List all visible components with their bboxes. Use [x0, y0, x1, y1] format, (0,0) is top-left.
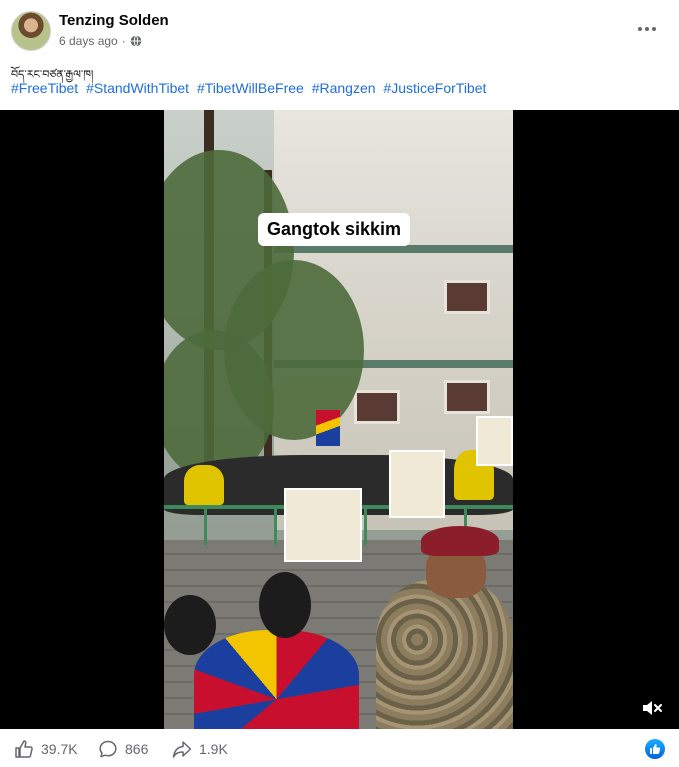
author-name[interactable]: Tenzing Solden: [59, 12, 169, 29]
flag-draped-person: [194, 630, 359, 729]
person-head: [259, 572, 311, 638]
share-count: 1.9K: [199, 741, 228, 757]
protest-poster: [284, 488, 362, 562]
crowd-person: [184, 465, 224, 505]
globe-icon[interactable]: [130, 35, 142, 47]
post-meta: 6 days ago ·: [59, 34, 142, 48]
person-head: [164, 595, 216, 655]
hashtag-link[interactable]: #Rangzen: [312, 80, 376, 96]
railing-post: [364, 505, 367, 545]
building-window: [444, 280, 490, 314]
thumbs-up-icon: [650, 744, 661, 754]
comment-button[interactable]: 866: [98, 739, 148, 759]
red-beret: [421, 526, 499, 556]
building-window: [444, 380, 490, 414]
engagement-bar: 39.7K 866 1.9K: [0, 729, 679, 767]
building-band: [274, 245, 513, 253]
video-frame[interactable]: Gangtok sikkim: [164, 110, 513, 729]
like-icon: [15, 740, 33, 758]
speaker-muted-icon[interactable]: [640, 696, 664, 720]
more-options-icon[interactable]: [635, 17, 659, 41]
hashtag-link[interactable]: #StandWithTibet: [86, 80, 189, 96]
reaction-count: 39.7K: [41, 741, 78, 757]
like-badge-icon[interactable]: [645, 739, 665, 759]
share-icon: [172, 741, 192, 758]
hashtag-link[interactable]: #FreeTibet: [11, 80, 78, 96]
meta-separator: ·: [121, 34, 126, 48]
post-timestamp[interactable]: 6 days ago: [59, 34, 118, 48]
hashtag-list: #FreeTibet #StandWithTibet #TibetWillBeF…: [11, 80, 490, 96]
comment-count: 866: [125, 741, 149, 757]
building-window: [354, 390, 400, 424]
railing-post: [204, 505, 207, 545]
hashtag-link[interactable]: #JusticeForTibet: [383, 80, 486, 96]
post-header: Tenzing Solden 6 days ago ·: [0, 0, 679, 60]
railing-post: [274, 505, 277, 545]
hashtag-link[interactable]: #TibetWillBeFree: [197, 80, 304, 96]
reaction-button[interactable]: 39.7K: [14, 739, 78, 759]
video-player[interactable]: Gangtok sikkim: [0, 110, 679, 729]
protest-poster: [476, 416, 513, 466]
author-avatar[interactable]: [11, 11, 51, 51]
soldier-figure: [376, 580, 513, 729]
comment-icon: [99, 740, 117, 758]
tibetan-flag: [316, 410, 340, 446]
video-location-label: Gangtok sikkim: [258, 213, 411, 246]
protest-poster: [389, 450, 445, 518]
share-button[interactable]: 1.9K: [172, 739, 228, 759]
